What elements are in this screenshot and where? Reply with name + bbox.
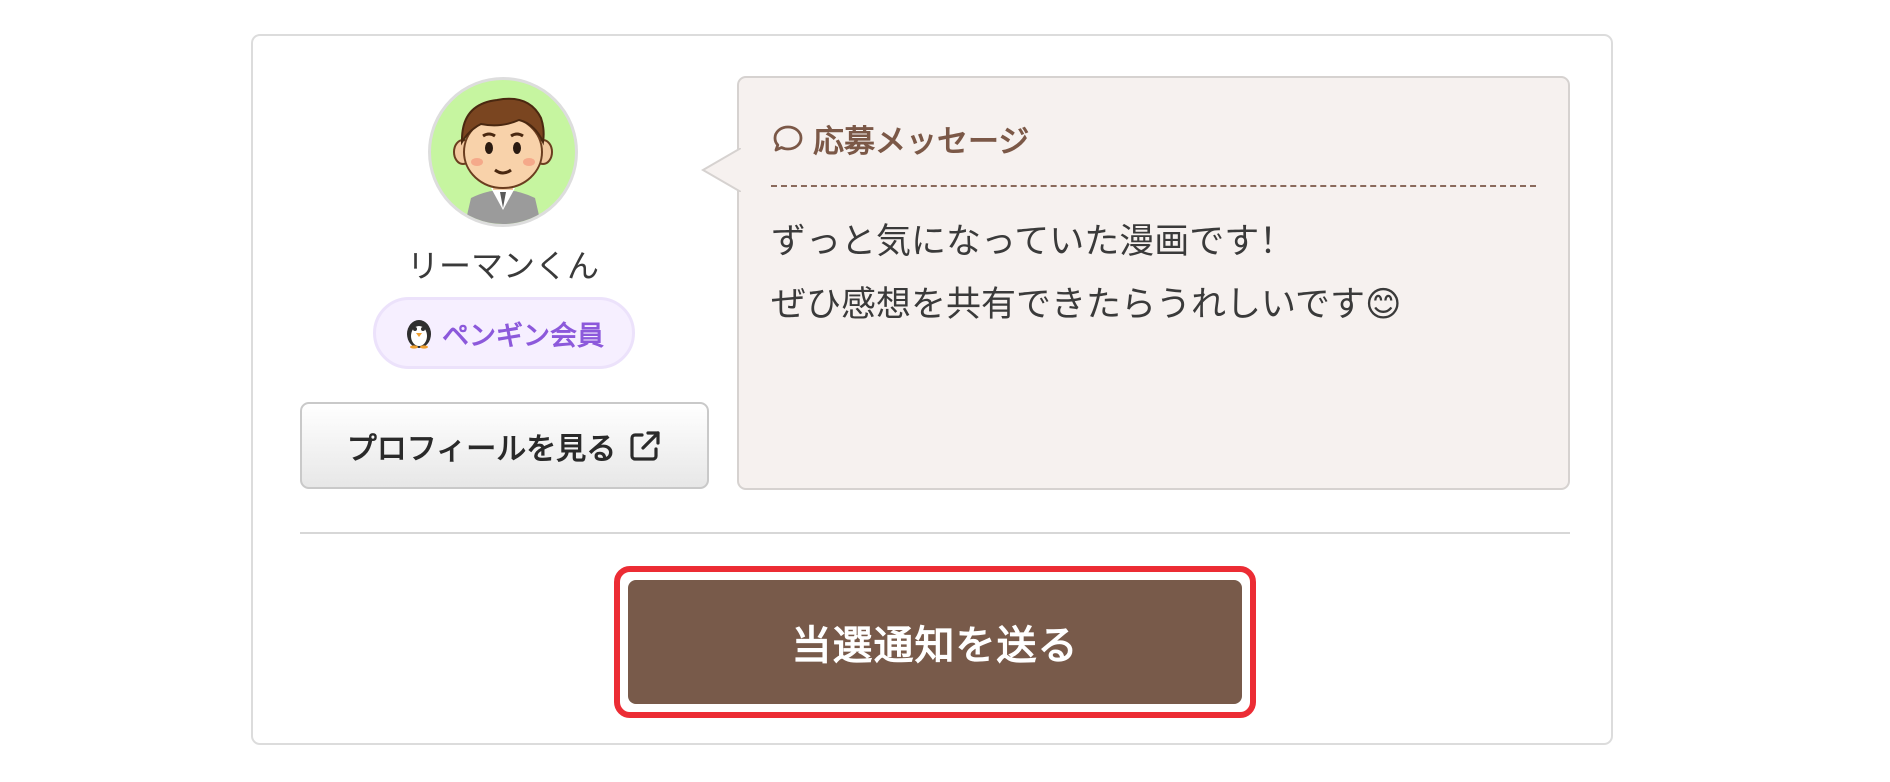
section-divider: [300, 532, 1570, 534]
view-profile-button[interactable]: プロフィールを見る: [300, 402, 709, 489]
message-line: ぜひ感想を共有できたらうれしいです😊: [771, 285, 1402, 325]
avatar-illustration: [453, 97, 553, 224]
membership-badge: ペンギン会員: [373, 297, 635, 369]
bubble-tail: [701, 148, 741, 192]
message-header: 応募メッセージ: [771, 116, 1029, 161]
membership-badge-label: ペンギン会員: [442, 320, 604, 352]
avatar: [428, 77, 578, 227]
message-body: ずっと気になっていた漫画です！ ぜひ感想を共有できたらうれしいです😊: [771, 211, 1531, 337]
applicant-card: リーマンくん ペンギン会員 プロフィールを見る 応募メッセージ ずっと気になって…: [251, 34, 1613, 745]
send-button-highlight: 当選通知を送る: [614, 566, 1256, 718]
send-winner-notification-label: 当選通知を送る: [791, 623, 1079, 669]
message-title: 応募メッセージ: [813, 124, 1030, 160]
chat-bubble-icon: [771, 122, 805, 156]
username: リーマンくん: [406, 247, 599, 285]
penguin-icon: [404, 317, 434, 349]
message-divider: [771, 185, 1536, 187]
view-profile-label: プロフィールを見る: [346, 431, 617, 467]
application-message-bubble: 応募メッセージ ずっと気になっていた漫画です！ ぜひ感想を共有できたらうれしいで…: [701, 76, 1570, 490]
message-line: ずっと気になっていた漫画です！: [771, 222, 1295, 262]
send-winner-notification-button[interactable]: 当選通知を送る: [628, 580, 1242, 704]
external-link-icon: [628, 429, 662, 463]
